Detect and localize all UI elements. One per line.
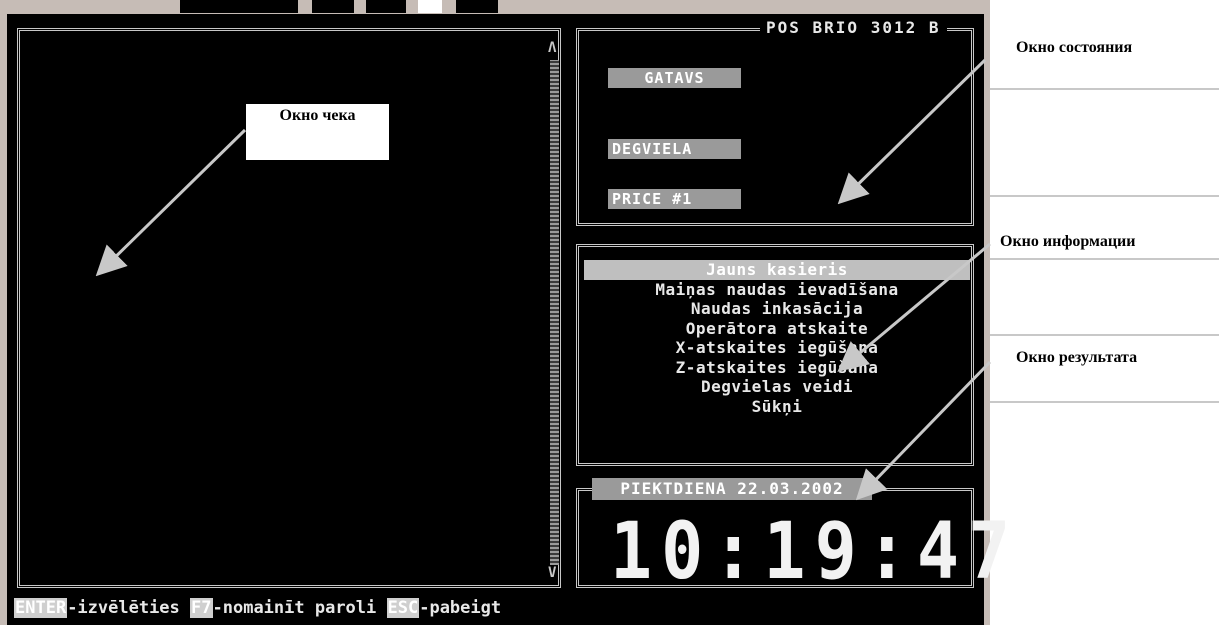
callout-divider bbox=[990, 401, 1219, 403]
top-bezel-segment bbox=[418, 0, 442, 13]
date-display: PIEKTDIENA 22.03.2002 bbox=[592, 478, 872, 500]
callout-divider bbox=[990, 195, 1219, 197]
menu-item-pumps[interactable]: Sūkņi bbox=[584, 397, 970, 417]
status-fuel-label: DEGVIELA bbox=[608, 139, 741, 159]
callout-divider bbox=[990, 334, 1219, 336]
hotkey-bar: ENTER-izvēlēties F7-nomainīt paroli ESC-… bbox=[14, 598, 501, 618]
f7-key[interactable]: F7 bbox=[190, 598, 213, 618]
enter-hint: -izvēlēties bbox=[67, 598, 191, 618]
callout-divider bbox=[990, 88, 1219, 90]
device-title: POS BRIO 3012 B bbox=[760, 18, 947, 37]
callout-info-window: Окно информации bbox=[1000, 233, 1136, 251]
callout-status-window: Окно состояния bbox=[1016, 39, 1133, 57]
status-price-label: PRICE #1 bbox=[608, 189, 741, 209]
callout-divider bbox=[990, 258, 1219, 260]
menu-item-x-report[interactable]: X-atskaites iegūšana bbox=[584, 338, 970, 358]
esc-hint: -pabeigt bbox=[419, 598, 502, 618]
top-bezel-segment bbox=[366, 0, 406, 13]
status-ready-label: GATAVS bbox=[608, 68, 741, 88]
menu-item-new-cashier[interactable]: Jauns kasieris bbox=[584, 260, 970, 280]
f7-hint: -nomainīt paroli bbox=[212, 598, 387, 618]
enter-key[interactable]: ENTER bbox=[14, 598, 68, 618]
receipt-scrollbar[interactable] bbox=[550, 60, 559, 565]
callout-receipt-window: Окно чека bbox=[246, 104, 389, 160]
callout-result-window: Окно результата bbox=[1016, 349, 1138, 367]
esc-key[interactable]: ESC bbox=[386, 598, 420, 618]
menu-item-fuel-types[interactable]: Degvielas veidi bbox=[584, 377, 970, 397]
operations-menu: Jauns kasieris Maiņas naudas ievadīšana … bbox=[584, 260, 970, 416]
top-bezel-segment bbox=[180, 0, 298, 13]
top-bezel-segment bbox=[312, 0, 354, 13]
menu-item-operator-report[interactable]: Operātora atskaite bbox=[584, 319, 970, 339]
top-bezel-segment bbox=[456, 0, 498, 13]
scroll-down-icon[interactable]: V bbox=[548, 565, 556, 581]
menu-item-z-report[interactable]: Z-atskaites iegūšana bbox=[584, 358, 970, 378]
menu-item-change-cash[interactable]: Maiņas naudas ievadīšana bbox=[584, 280, 970, 300]
scroll-up-icon[interactable]: Λ bbox=[548, 40, 556, 56]
time-display: 10:19:47 bbox=[610, 505, 1020, 597]
menu-item-cash-collection[interactable]: Naudas inkasācija bbox=[584, 299, 970, 319]
callout-receipt-label: Окно чека bbox=[279, 107, 356, 124]
